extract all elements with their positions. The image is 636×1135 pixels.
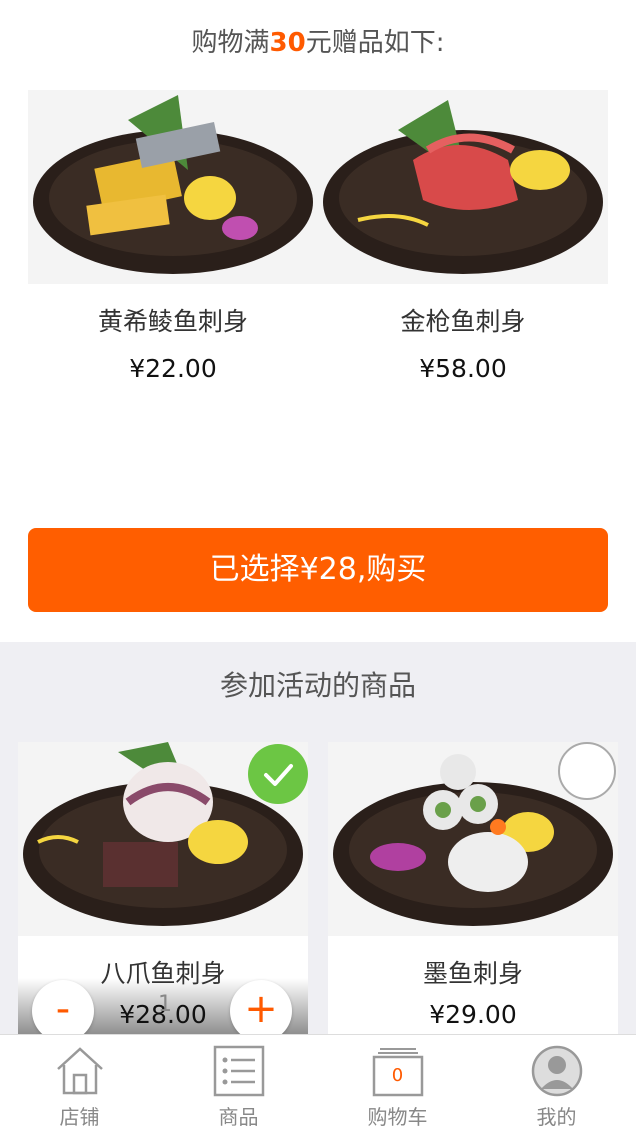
promo-title-suffix: 元赠品如下: [305,28,445,58]
section-title: 参加活动的商品 [219,669,416,702]
promo-title: 购物满30元赠品如下: [0,22,636,59]
increase-quantity-button[interactable]: + [230,980,292,1042]
buy-button[interactable]: 已选择¥28,购买 [28,528,608,612]
gift-price: ¥58.00 [419,354,507,383]
store-icon [56,1047,103,1095]
tab-cart[interactable]: 0 购物车 [318,1045,477,1130]
bottom-tab-bar: 店铺 商品 0 购物车 我的 [0,1034,636,1135]
gift-image [28,90,318,284]
promo-title-prefix: 购物满 [191,28,270,58]
check-icon [264,764,293,786]
gift-name: 黄希鲮鱼刺身 [97,307,248,336]
cart-count-badge: 0 [391,1065,404,1086]
user-icon [531,1045,582,1097]
selected-checkbox[interactable] [248,744,308,804]
list-icon [213,1045,264,1097]
gift-price: ¥22.00 [129,354,217,383]
tab-store[interactable]: 店铺 [0,1045,159,1130]
product-price: ¥29.00 [429,1000,517,1029]
tab-products[interactable]: 商品 [159,1045,318,1130]
quantity-value: 1 [158,992,172,1017]
gift-item[interactable]: 金枪鱼刺身 ¥58.00 [318,90,608,383]
gift-image [318,90,608,284]
decrease-quantity-button[interactable]: - [32,980,94,1042]
unselected-checkbox[interactable] [558,742,616,800]
tab-profile[interactable]: 我的 [477,1045,636,1130]
product-name: 墨鱼刺身 [422,959,523,988]
tab-label: 商品 [218,1105,259,1129]
gift-item[interactable]: 黄希鲮鱼刺身 ¥22.00 [28,90,318,383]
promo-amount: 30 [269,28,306,58]
tab-label: 我的 [536,1105,577,1129]
tab-label: 购物车 [367,1105,428,1129]
gift-name: 金枪鱼刺身 [400,307,526,336]
tab-label: 店铺 [59,1105,100,1129]
cart-icon: 0 [372,1045,424,1097]
